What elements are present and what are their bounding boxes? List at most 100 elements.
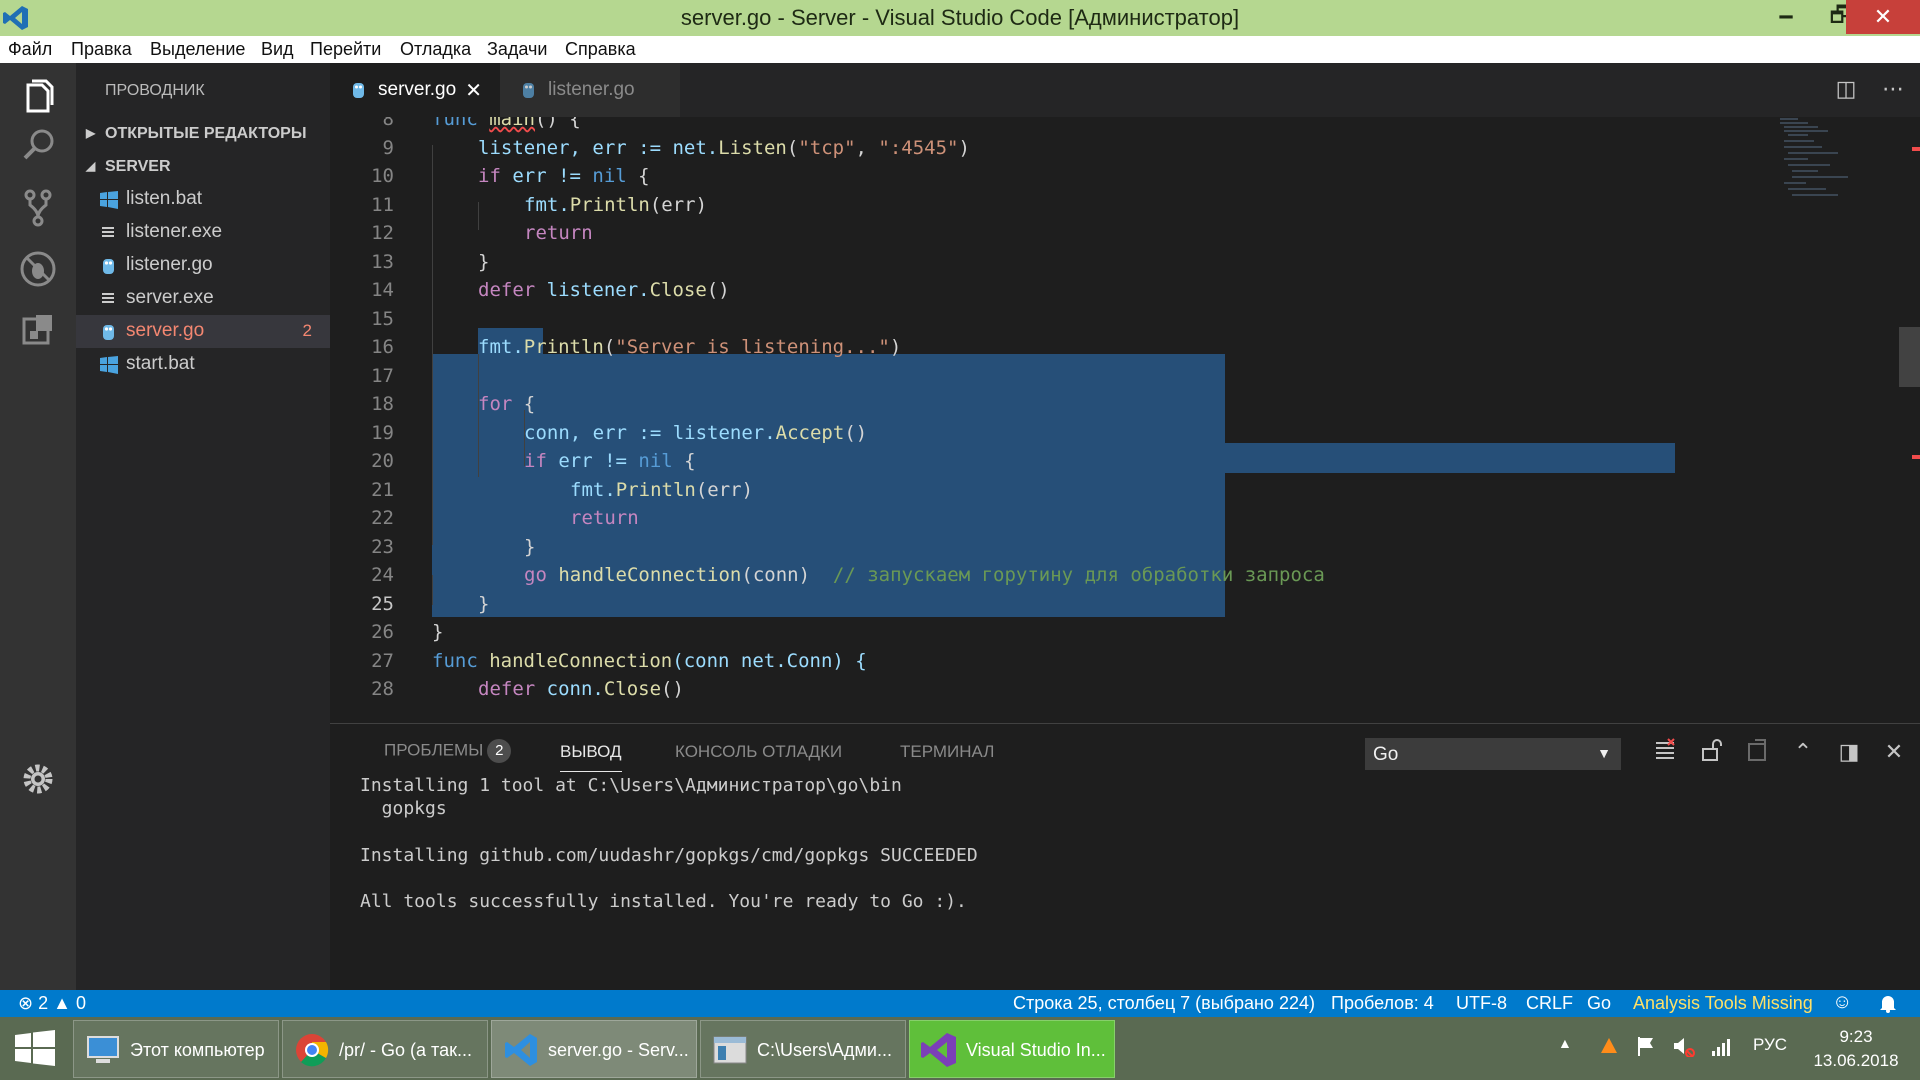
taskbar-item-vscode[interactable]: server.go - Serv... (491, 1020, 697, 1078)
menu-go[interactable]: Перейти (310, 39, 381, 60)
warning-count: 0 (75, 993, 86, 1013)
notifications-bell-icon[interactable] (1878, 993, 1898, 1018)
folder-section[interactable]: ◢ SERVER (76, 150, 330, 183)
taskbar-label: Visual Studio In... (966, 1040, 1106, 1060)
code-line: 22 return (371, 507, 639, 529)
split-editor-icon[interactable]: ◫ (1833, 77, 1859, 103)
code-editor[interactable]: 8 func main() { 9 listener, err := net.Lis… (330, 117, 1920, 722)
debug-activity[interactable] (14, 245, 62, 293)
app-tray-icon[interactable] (1598, 1035, 1620, 1062)
menu-view[interactable]: Вид (261, 39, 294, 60)
error-marker (1912, 147, 1920, 151)
encoding-status[interactable]: UTF-8 (1456, 993, 1507, 1014)
search-icon (23, 129, 54, 160)
menu-help[interactable]: Справка (565, 39, 636, 60)
taskbar-item-visual-studio[interactable]: Visual Studio In... (909, 1020, 1115, 1078)
extensions-icon (22, 315, 52, 345)
clock-time: 9:23 (1839, 1027, 1873, 1046)
taskbar-item-chrome[interactable]: /pr/ - Go (а так... (282, 1020, 488, 1078)
go-icon (103, 259, 114, 274)
explorer-activity[interactable] (14, 73, 62, 121)
tab-problems[interactable]: ПРОБЛЕМЫ 2 (384, 739, 512, 763)
code-line: 15 (371, 307, 394, 330)
menu-debug[interactable]: Отладка (400, 39, 471, 60)
eol-status[interactable]: CRLF (1526, 993, 1573, 1014)
close-window-button[interactable]: ✕ (1846, 0, 1920, 34)
tab-terminal[interactable]: ТЕРМИНАЛ (900, 742, 994, 762)
open-log-icon[interactable] (1742, 738, 1772, 768)
editor-scrollbar[interactable] (1899, 117, 1920, 722)
lines-icon (102, 293, 114, 303)
system-clock[interactable]: 9:23 13.06.2018 (1806, 1025, 1906, 1073)
warning-icon: ▲ (53, 993, 71, 1013)
problems-count-badge: 2 (487, 739, 512, 763)
file-item[interactable]: listener.exe (76, 216, 330, 249)
settings-activity[interactable] (14, 755, 62, 803)
folder-label: SERVER (105, 158, 171, 175)
error-icon: ⊗ (18, 993, 34, 1013)
clear-output-icon[interactable] (1650, 738, 1680, 768)
maximize-panel-icon[interactable]: ⌃ (1788, 738, 1818, 768)
close-tab-icon[interactable]: ✕ (465, 78, 482, 103)
language-status[interactable]: Go (1587, 993, 1611, 1014)
tab-debug-console[interactable]: КОНСОЛЬ ОТЛАДКИ (675, 742, 842, 762)
problems-status[interactable]: ⊗ 2 ▲ 0 (18, 993, 86, 1014)
show-hidden-icons-icon[interactable]: ▲ (1558, 1035, 1572, 1051)
output-line: All tools successfully installed. You're… (360, 891, 967, 913)
feedback-smiley-icon[interactable]: ☺ (1832, 991, 1852, 1014)
analysis-tools-warning[interactable]: Analysis Tools Missing (1633, 993, 1813, 1014)
volume-muted-icon[interactable] (1672, 1035, 1696, 1062)
extensions-activity[interactable] (14, 305, 62, 353)
file-item[interactable]: start.bat (76, 348, 330, 381)
indentation-status[interactable]: Пробелов: 4 (1331, 993, 1434, 1014)
code-line-current: 25} (371, 592, 490, 615)
flag-icon[interactable] (1636, 1035, 1656, 1062)
code-line: 12 return (371, 222, 593, 244)
menu-bar: Файл Правка Выделение Вид Перейти Отладк… (0, 36, 1920, 63)
more-actions-icon[interactable]: ⋯ (1880, 77, 1906, 103)
cursor-position[interactable]: Строка 25, столбец 7 (выбрано 224) (1013, 993, 1315, 1014)
panel-position-icon[interactable]: ◨ (1834, 738, 1864, 768)
source-control-activity[interactable] (14, 183, 62, 231)
activity-bar (0, 63, 76, 990)
open-editors-label: ОТКРЫТЫЕ РЕДАКТОРЫ (105, 125, 307, 142)
windows-icon (100, 191, 118, 209)
scrollbar-thumb[interactable] (1899, 327, 1920, 387)
lock-scroll-icon[interactable] (1696, 738, 1726, 768)
code-line: 11 fmt.Println(err) (371, 193, 708, 216)
minimize-button[interactable]: 🗕 (1758, 0, 1814, 34)
code-line: 24 go handleConnection(conn) // запускаем… (371, 564, 1325, 586)
go-icon (353, 83, 364, 98)
file-item[interactable]: listener.go (76, 249, 330, 282)
output-channel-select[interactable]: Go ▼ (1365, 738, 1621, 770)
tab-listener-go[interactable]: listener.go (500, 63, 680, 117)
file-item[interactable]: listen.bat (76, 183, 330, 216)
tab-server-go[interactable]: server.go ✕ (330, 63, 500, 117)
menu-edit[interactable]: Правка (71, 39, 132, 60)
taskbar-item-computer[interactable]: Этот компьютер (73, 1020, 279, 1078)
file-item-active[interactable]: server.go 2 (76, 315, 330, 348)
file-item[interactable]: server.exe (76, 282, 330, 315)
search-activity[interactable] (14, 121, 62, 169)
open-editors-section[interactable]: ▶ ОТКРЫТЫЕ РЕДАКТОРЫ (76, 117, 330, 150)
code-line: 21 fmt.Println(err) (371, 478, 754, 501)
output-text: Installing 1 tool at C:\Users\Администра… (360, 774, 978, 913)
menu-selection[interactable]: Выделение (150, 39, 245, 60)
network-signal-icon[interactable] (1710, 1035, 1732, 1062)
menu-tasks[interactable]: Задачи (487, 39, 547, 60)
tab-output[interactable]: ВЫВОД (560, 742, 622, 772)
menu-file[interactable]: Файл (8, 39, 52, 60)
window-title: server.go - Server - Visual Studio Code … (680, 5, 1240, 30)
code-line: 10 if err != nil { (371, 165, 650, 187)
code-line: 27 func handleConnection(conn net.Conn) { (371, 649, 867, 672)
close-panel-icon[interactable]: ✕ (1879, 738, 1909, 768)
taskbar-item-explorer[interactable]: C:\Users\Адми... (700, 1020, 906, 1078)
minimap[interactable] (1778, 117, 1868, 237)
window-titlebar: server.go - Server - Visual Studio Code … (0, 0, 1920, 36)
output-channel-value: Go (1373, 744, 1399, 765)
start-button[interactable] (0, 1017, 70, 1080)
input-language[interactable]: РУС (1753, 1035, 1787, 1055)
windows-icon (100, 356, 118, 374)
